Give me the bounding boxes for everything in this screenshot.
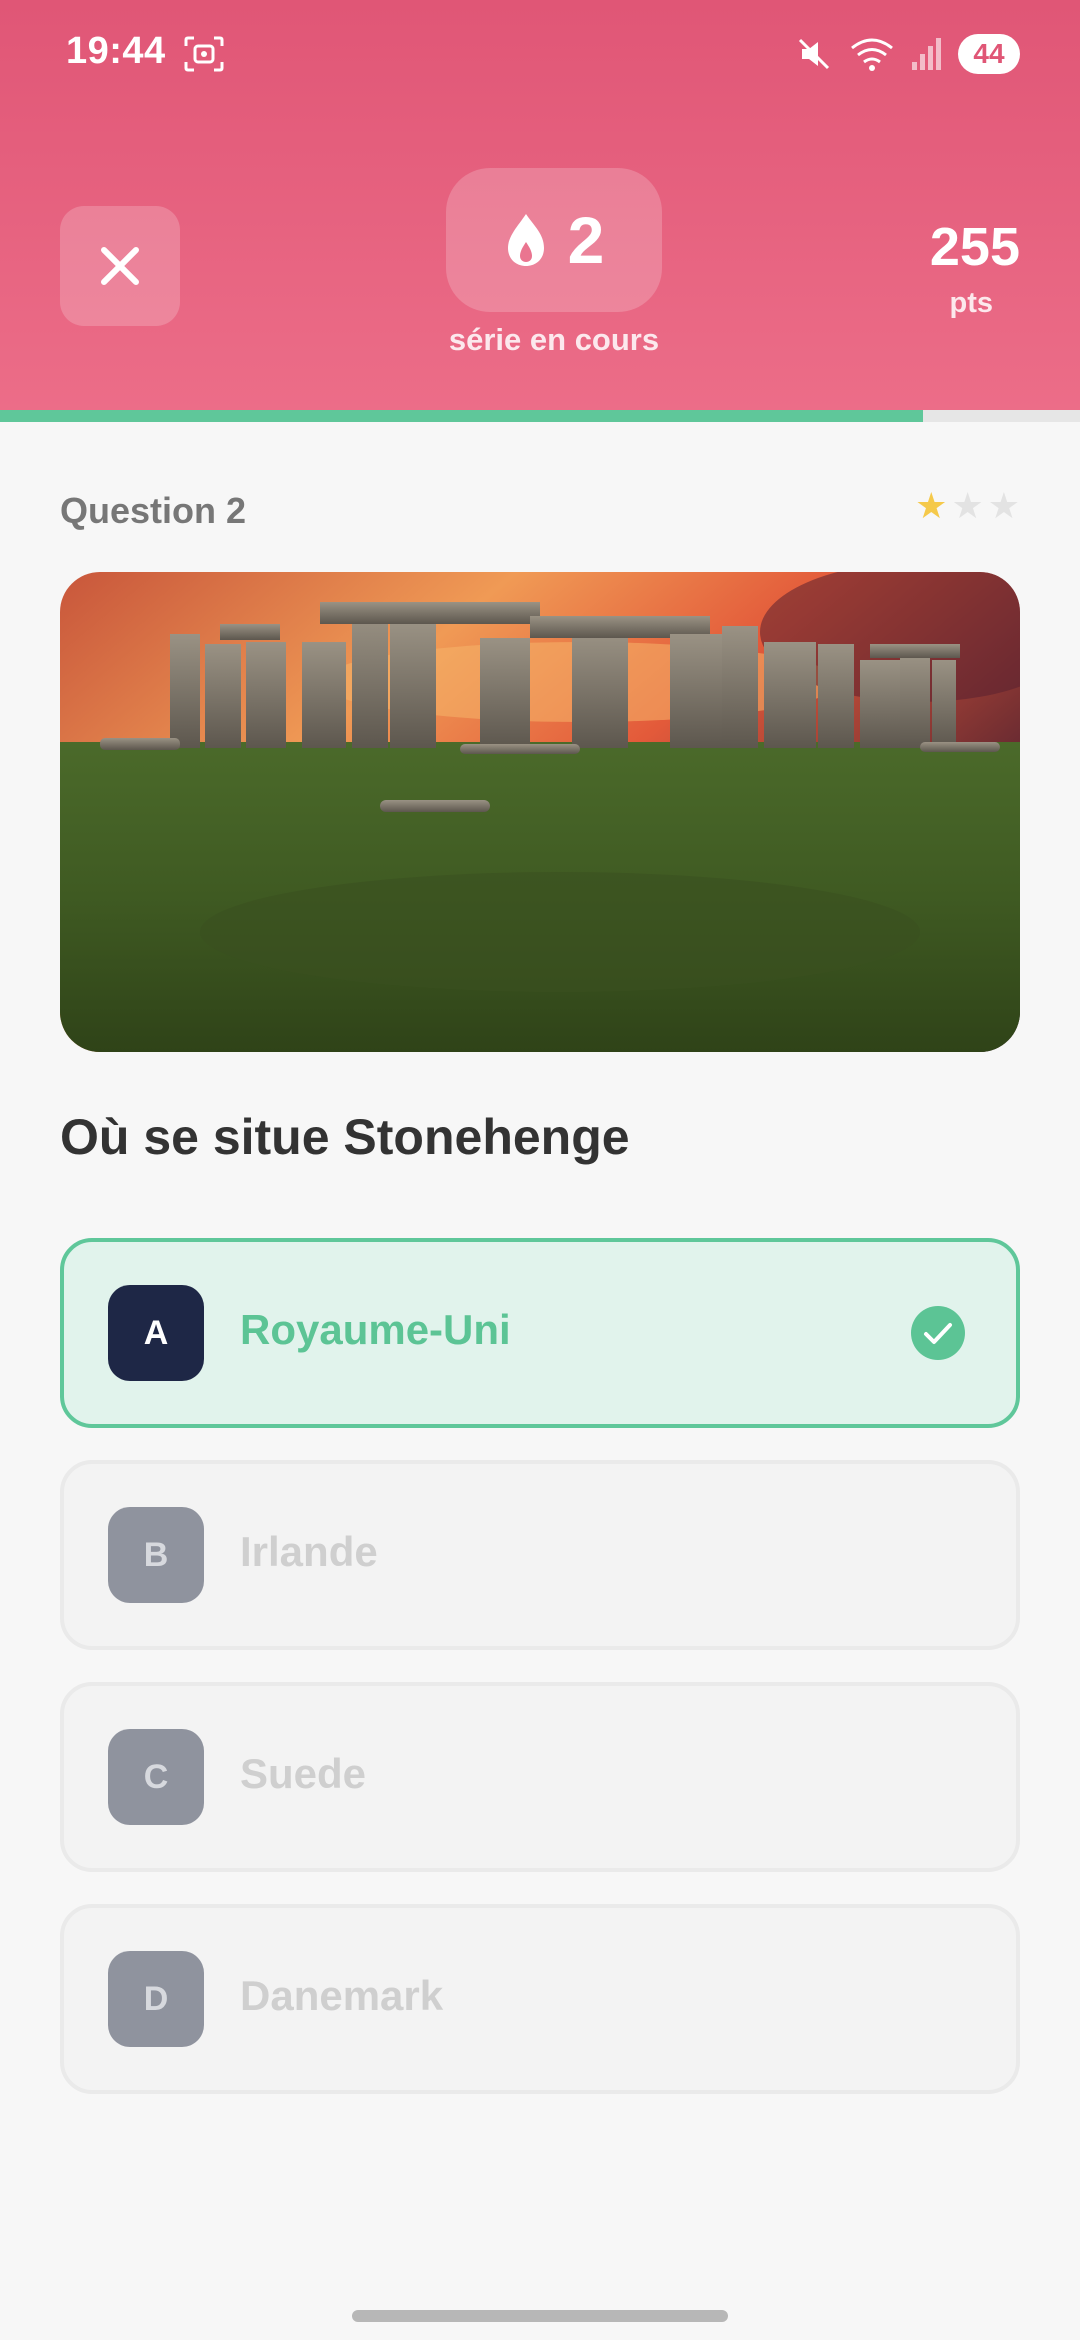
difficulty-stars: ★ ★ ★ — [915, 485, 1020, 527]
answer-letter-badge: C — [108, 1729, 204, 1825]
answer-letter-badge: A — [108, 1285, 204, 1381]
points-value: 255 — [929, 217, 1020, 277]
status-time: 19:44 — [66, 30, 166, 72]
wifi-icon — [851, 38, 893, 71]
check-circle-icon — [911, 1306, 965, 1360]
star-filled-icon: ★ — [915, 485, 948, 526]
answer-label: Royaume-Uni — [240, 1306, 511, 1353]
answer-letter-badge: D — [108, 1951, 204, 2047]
close-button[interactable] — [60, 206, 180, 326]
status-icons: 44 — [794, 32, 1020, 76]
mute-icon — [798, 38, 830, 70]
battery-icon: 44 — [958, 34, 1020, 74]
quiz-header: 19:44 44 2 série en cours 255 pts — [0, 0, 1080, 410]
star-empty-icon: ★ — [987, 485, 1020, 526]
streak-count: 2 — [567, 203, 605, 277]
answer-letter-badge: B — [108, 1507, 204, 1603]
quiz-progress-bar — [0, 410, 1080, 422]
signal-icon — [912, 38, 941, 70]
screenshot-icon — [184, 36, 224, 72]
answer-option-a[interactable]: A Royaume-Uni — [60, 1238, 1020, 1428]
flame-icon — [507, 214, 544, 266]
question-number: Question 2 — [60, 490, 247, 531]
home-indicator[interactable] — [352, 2310, 728, 2322]
answer-label: Danemark — [240, 1972, 444, 2019]
star-empty-icon: ★ — [951, 485, 984, 526]
answer-option-d[interactable]: D Danemark — [60, 1904, 1020, 2094]
points-unit: pts — [949, 287, 994, 319]
question-text: Où se situe Stonehenge — [60, 1109, 630, 1165]
answer-label: Suede — [240, 1750, 367, 1797]
answer-option-c[interactable]: C Suede — [60, 1682, 1020, 1872]
streak-label: série en cours — [448, 322, 660, 357]
answer-option-b[interactable]: B Irlande — [60, 1460, 1020, 1650]
quiz-progress-fill — [0, 410, 924, 422]
stonehenge-photo — [60, 572, 1020, 1052]
status-bar: 19:44 44 — [0, 0, 1080, 110]
close-icon — [101, 247, 139, 285]
streak-badge: 2 — [446, 168, 662, 312]
answer-label: Irlande — [240, 1528, 378, 1575]
stonehenge-image — [60, 572, 1020, 1052]
